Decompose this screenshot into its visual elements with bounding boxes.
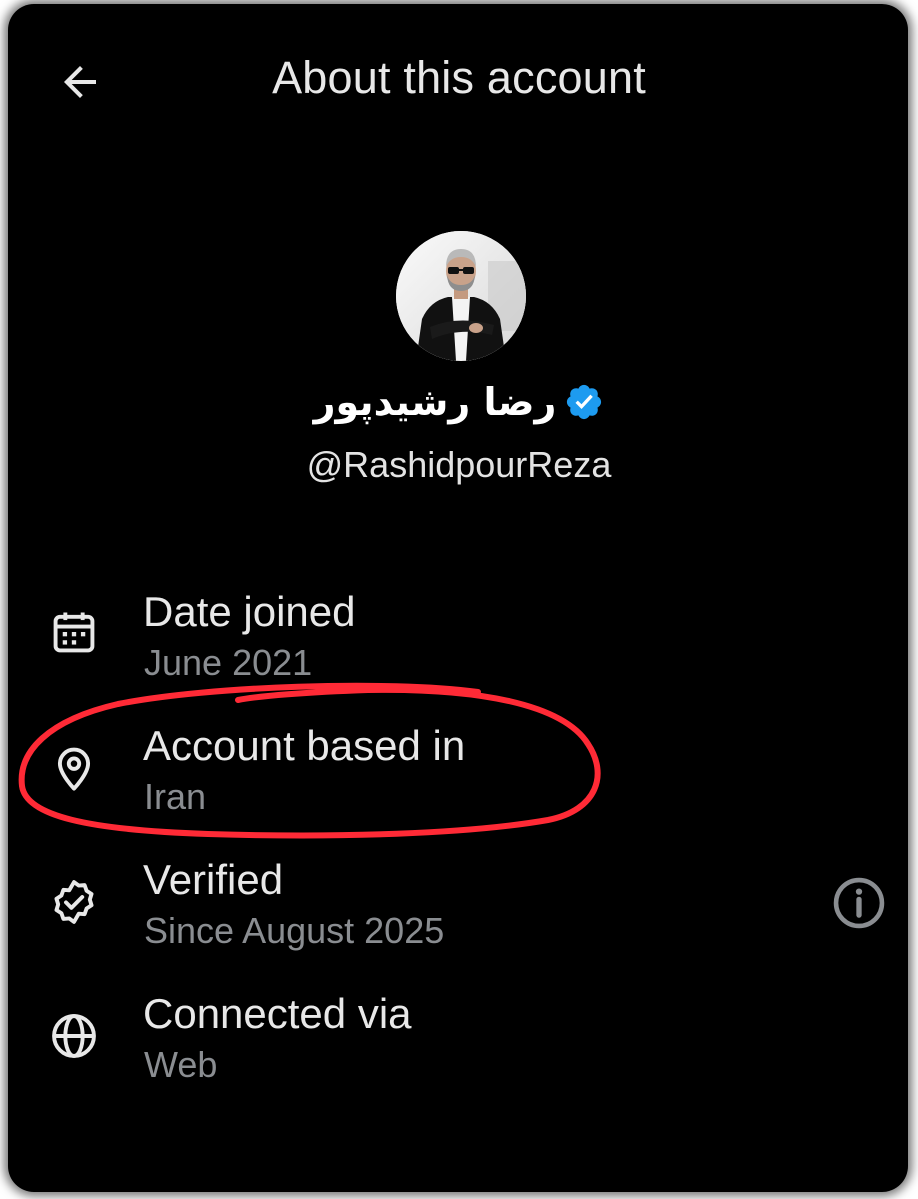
page-title: About this account [272, 52, 646, 103]
avatar-image [396, 231, 526, 361]
info-icon[interactable] [830, 874, 888, 932]
location-pin-icon [57, 747, 91, 791]
profile-handle: @RashidpourReza [306, 444, 612, 485]
calendar-icon [53, 612, 95, 653]
date-joined-label: Date joined [143, 588, 356, 635]
account-location-label: Account based in [143, 722, 466, 769]
connected-via-label: Connected via [143, 990, 412, 1037]
verified-value: Since August 2025 [144, 910, 445, 951]
connected-via-row: Connected via Web [8, 984, 908, 1094]
account-location-value: Iran [144, 776, 207, 817]
verified-row: Verified Since August 2025 [8, 850, 908, 960]
verified-label: Verified [143, 856, 284, 903]
date-joined-row: Date joined June 2021 [8, 582, 908, 692]
connected-via-value: Web [144, 1044, 218, 1085]
account-location-row: Account based in Iran [8, 716, 908, 826]
verified-badge-icon [564, 382, 604, 422]
profile-name: رضا رشیدپور [313, 380, 557, 424]
date-joined-value: June 2021 [144, 642, 313, 683]
globe-icon [52, 1014, 96, 1058]
app-window: About this account رضا رشیدپور @Rashidpo… [8, 4, 908, 1192]
verified-badge-outline-icon [54, 880, 94, 924]
avatar[interactable] [396, 231, 526, 361]
